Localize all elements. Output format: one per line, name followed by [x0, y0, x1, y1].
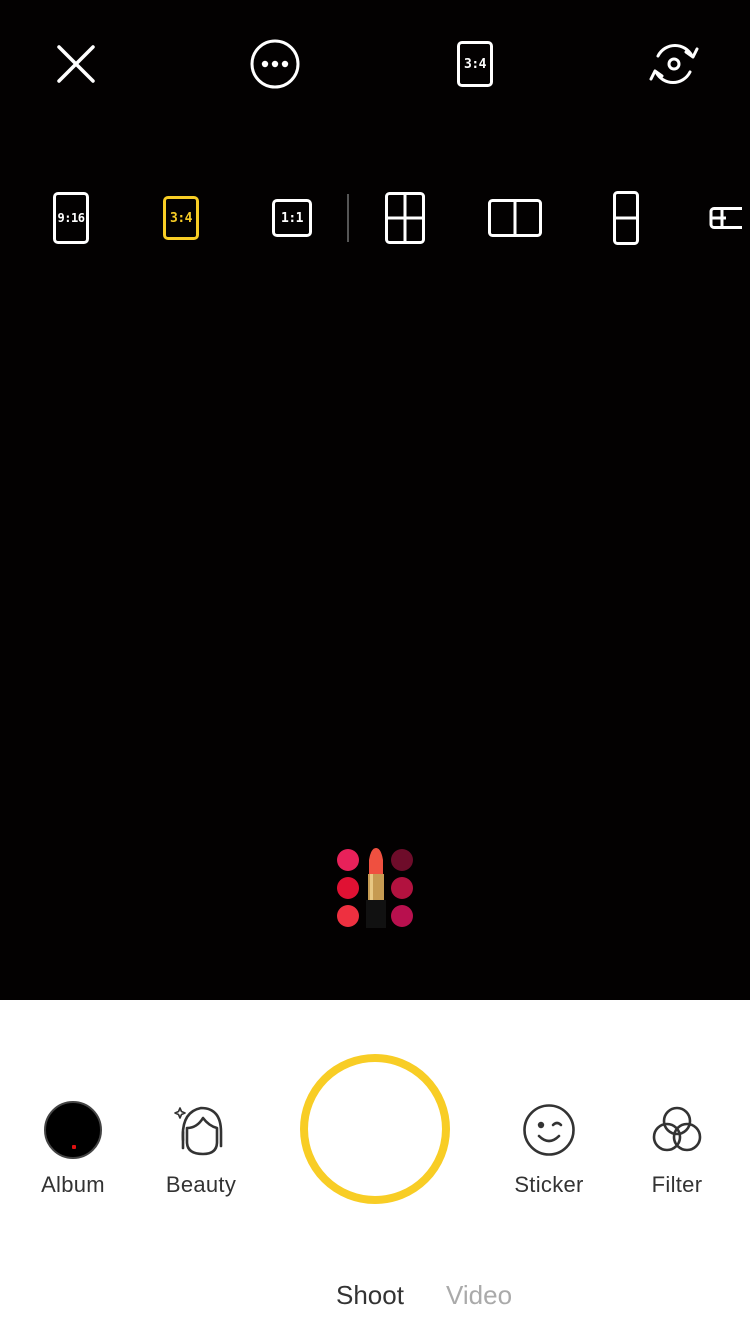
album-thumbnail-mark — [72, 1145, 76, 1149]
beauty-icon — [169, 1098, 233, 1162]
beauty-button[interactable]: Beauty — [141, 1098, 261, 1198]
more-dots-icon — [250, 39, 300, 89]
filter-icon — [645, 1098, 709, 1162]
grid-2x2-option[interactable] — [374, 178, 436, 258]
grid-partial-icon — [709, 207, 742, 229]
lipstick-palette-icon — [337, 848, 413, 928]
ratio-3-4-option[interactable]: 3:4 — [150, 178, 212, 258]
filter-button[interactable]: Filter — [617, 1098, 737, 1198]
aspect-ratio-button[interactable]: 3:4 — [443, 32, 507, 96]
bottom-panel: Album Beauty Sticker Filter Shoot Video — [0, 1000, 750, 1334]
more-button[interactable] — [243, 32, 307, 96]
aspect-ratio-icon: 3:4 — [457, 41, 493, 87]
sticker-button[interactable]: Sticker — [489, 1098, 609, 1198]
top-bar: 3:4 — [0, 0, 750, 130]
grid-partial-option[interactable] — [702, 178, 750, 258]
grid-2-horizontal-option[interactable] — [484, 178, 546, 258]
switch-camera-icon — [649, 43, 699, 85]
beauty-label: Beauty — [165, 1172, 237, 1197]
layout-divider — [347, 194, 349, 242]
close-button[interactable] — [44, 32, 108, 96]
mode-switcher: Shoot Video — [0, 1280, 750, 1320]
sticker-icon — [517, 1098, 581, 1162]
ratio-1-1-option[interactable]: 1:1 — [261, 178, 323, 258]
shutter-button[interactable] — [300, 1054, 450, 1204]
ratio-1-1-icon: 1:1 — [272, 199, 312, 237]
ratio-9-16-option[interactable]: 9:16 — [40, 178, 102, 258]
grid-2-vertical-icon — [613, 191, 639, 245]
grid-2x2-icon — [385, 192, 425, 244]
sticker-preview[interactable] — [334, 846, 418, 930]
album-label: Album — [41, 1172, 105, 1197]
mode-video-tab[interactable]: Video — [446, 1280, 512, 1311]
mode-shoot-tab[interactable]: Shoot — [336, 1280, 404, 1311]
ratio-9-16-icon: 9:16 — [53, 192, 89, 244]
sticker-label: Sticker — [514, 1172, 584, 1197]
album-thumbnail — [44, 1101, 102, 1159]
switch-camera-button[interactable] — [642, 32, 706, 96]
close-icon — [57, 45, 95, 83]
grid-2-vertical-option[interactable] — [595, 178, 657, 258]
layout-strip: 9:16 3:4 1:1 — [0, 178, 750, 258]
album-button[interactable]: Album — [13, 1098, 133, 1198]
grid-2-horizontal-icon — [488, 199, 542, 237]
filter-label: Filter — [651, 1172, 703, 1197]
album-icon — [41, 1098, 105, 1162]
ratio-3-4-icon: 3:4 — [163, 196, 199, 240]
